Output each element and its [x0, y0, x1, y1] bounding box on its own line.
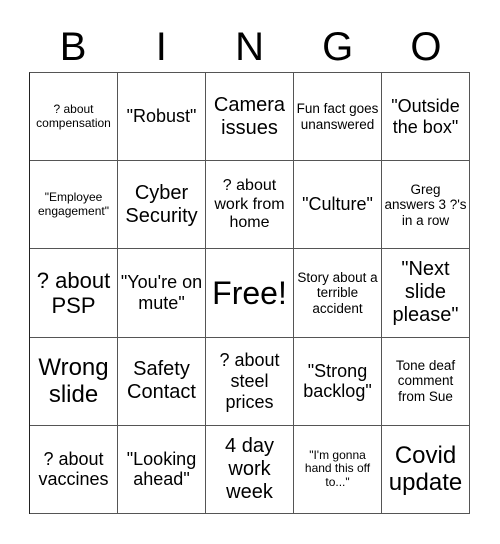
bingo-cell[interactable]: Greg answers 3 ?'s in a row	[382, 161, 470, 250]
bingo-cell[interactable]: "Strong backlog"	[294, 337, 382, 426]
bingo-cell[interactable]: Camera issues	[206, 73, 294, 162]
header-letter-i: I	[155, 25, 167, 69]
bingo-cell[interactable]: 4 day work week	[206, 425, 294, 514]
bingo-cell[interactable]: Safety Contact	[118, 337, 206, 426]
bingo-cell[interactable]: Covid update	[382, 425, 470, 514]
bingo-cell[interactable]: Fun fact goes unanswered	[294, 73, 382, 162]
bingo-cell[interactable]: ? about work from home	[206, 161, 294, 250]
bingo-cell[interactable]: "Employee engagement"	[30, 161, 118, 250]
bingo-cell[interactable]: Wrong slide	[30, 337, 118, 426]
header-letter-o: O	[410, 25, 442, 69]
bingo-cell[interactable]: ? about steel prices	[206, 337, 294, 426]
bingo-cell[interactable]: "Robust"	[118, 73, 206, 162]
bingo-cell[interactable]: "You're on mute"	[118, 249, 206, 338]
bingo-header: B I N G O	[29, 22, 470, 72]
bingo-cell[interactable]: Story about a terrible accident	[294, 249, 382, 338]
bingo-cell-free[interactable]: Free!	[206, 249, 294, 338]
bingo-cell[interactable]: Cyber Security	[118, 161, 206, 250]
bingo-cell[interactable]: "Culture"	[294, 161, 382, 250]
bingo-cell[interactable]: "Next slide please"	[382, 249, 470, 338]
bingo-cell[interactable]: ? about vaccines	[30, 425, 118, 514]
bingo-cell[interactable]: "I'm gonna hand this off to..."	[294, 425, 382, 514]
header-letter-n: N	[235, 25, 264, 69]
bingo-cell[interactable]: ? about compensation	[30, 73, 118, 162]
bingo-cell[interactable]: "Looking ahead"	[118, 425, 206, 514]
bingo-cell[interactable]: Tone deaf comment from Sue	[382, 337, 470, 426]
bingo-card: ? about compensation "Robust" Camera iss…	[29, 72, 470, 514]
bingo-cell[interactable]: ? about PSP	[30, 249, 118, 338]
header-letter-b: B	[59, 25, 87, 69]
bingo-cell[interactable]: "Outside the box"	[382, 73, 470, 162]
header-letter-g: G	[322, 25, 354, 69]
